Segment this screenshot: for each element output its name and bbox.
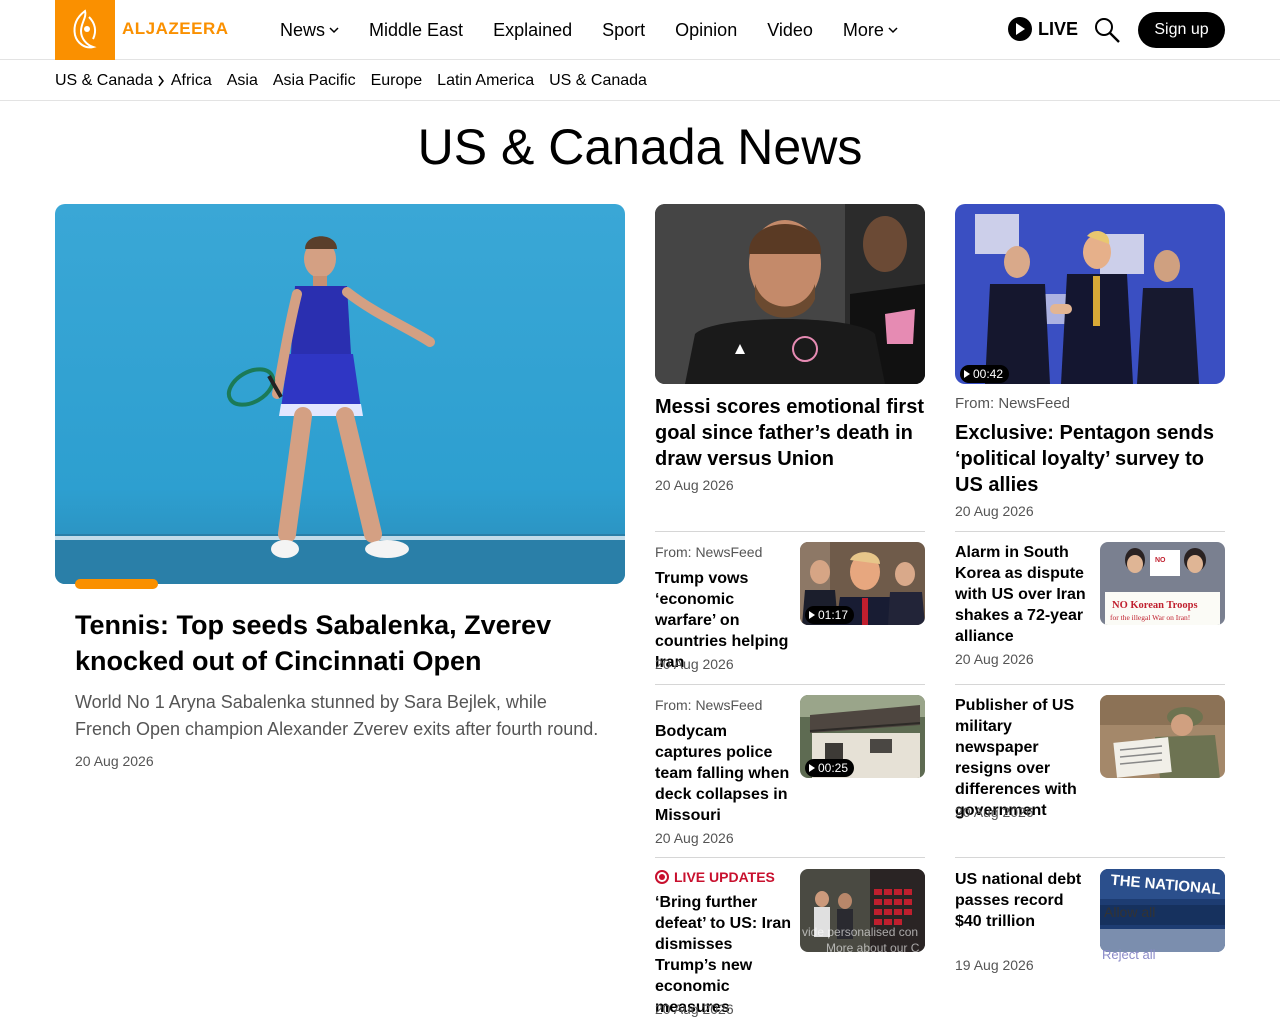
nav-video[interactable]: Video (767, 20, 813, 41)
cookie-ghost-text: vide personalised con (802, 925, 919, 939)
region-subnav: US & Canada Africa Asia Asia Pacific Eur… (0, 61, 1280, 101)
chevron-down-icon (329, 27, 339, 34)
play-icon (964, 370, 970, 378)
subnav-us-canada[interactable]: US & Canada (549, 72, 647, 90)
cookie-allow-all-button[interactable]: Allow all (1104, 904, 1155, 920)
live-label: LIVE (1038, 18, 1079, 39)
live-button[interactable]: LIVE (1008, 17, 1078, 41)
iran-title[interactable]: ‘Bring further defeat’ to US: Iran dismi… (655, 892, 793, 1018)
sign-up-button[interactable]: Sign up (1138, 12, 1225, 48)
featured-image[interactable] (55, 204, 625, 584)
iran-date: 20 Aug 2026 (655, 1001, 734, 1017)
debt-title[interactable]: US national debt passes record $40 trill… (955, 869, 1093, 932)
play-icon (1008, 17, 1032, 41)
video-duration-badge: 01:17 (805, 606, 855, 624)
top-header: ALJAZEERA News Middle East Explained Spo… (0, 0, 1280, 60)
divider (655, 531, 925, 532)
featured-description: World No 1 Aryna Sabalenka stunned by Sa… (75, 692, 599, 739)
messi-title[interactable]: Messi scores emotional first goal since … (655, 394, 925, 472)
logo-text[interactable]: ALJAZEERA (122, 19, 229, 39)
korea-image[interactable]: NO NO Korean Troops for the illegal War … (1100, 542, 1225, 625)
bodycam-source[interactable]: From: NewsFeed (655, 697, 762, 713)
subnav-asia-pacific[interactable]: Asia Pacific (273, 72, 356, 90)
video-duration-badge: 00:25 (805, 759, 855, 777)
messi-date: 20 Aug 2026 (655, 477, 734, 493)
divider (655, 684, 925, 685)
protest-sign-subtext: for the illegal War on Iran! (1110, 613, 1190, 622)
divider (955, 531, 1225, 532)
featured-date: 20 Aug 2026 (75, 753, 154, 769)
page-title: US & Canada News (417, 119, 863, 175)
messi-image[interactable] (655, 204, 925, 384)
svg-text:NO: NO (1155, 557, 1166, 564)
video-duration-badge: 00:42 (960, 365, 1010, 383)
play-icon (809, 611, 815, 619)
pentagon-title[interactable]: Exclusive: Pentagon sends ‘political loy… (955, 420, 1225, 498)
aljazeera-logo-icon[interactable] (55, 0, 115, 60)
chevron-down-icon (888, 27, 898, 34)
bodycam-title[interactable]: Bodycam captures police team falling whe… (655, 721, 793, 826)
pentagon-source[interactable]: From: NewsFeed (955, 395, 1070, 412)
play-icon (809, 764, 815, 772)
cookie-ghost-text-2: More about our C (826, 941, 920, 952)
protest-sign-text: NO Korean Troops (1112, 600, 1198, 611)
nav-sport[interactable]: Sport (602, 20, 645, 41)
search-icon[interactable] (1093, 16, 1121, 44)
divider (655, 857, 925, 858)
live-updates-badge[interactable]: LIVE UPDATES (655, 869, 775, 885)
nav-explained[interactable]: Explained (493, 20, 572, 41)
publisher-title[interactable]: Publisher of US military newspaper resig… (955, 695, 1093, 821)
bodycam-image[interactable]: 00:25 (800, 695, 925, 778)
main-nav: News Middle East Explained Sport Opinion… (280, 0, 928, 60)
trump-image[interactable]: 01:17 (800, 542, 925, 625)
nav-more[interactable]: More (843, 20, 898, 41)
subnav-latin-america[interactable]: Latin America (437, 72, 534, 90)
nav-news[interactable]: News (280, 20, 339, 41)
subnav-asia[interactable]: Asia (227, 72, 258, 90)
bodycam-date: 20 Aug 2026 (655, 830, 734, 846)
featured-accent-bar (75, 579, 158, 589)
live-dot-icon (655, 870, 669, 884)
divider (955, 684, 1225, 685)
subnav-africa[interactable]: Africa (171, 72, 212, 90)
trump-date: 20 Aug 2026 (655, 656, 734, 672)
subnav-europe[interactable]: Europe (371, 72, 423, 90)
nav-middle-east[interactable]: Middle East (369, 20, 463, 41)
featured-title[interactable]: Tennis: Top seeds Sabalenka, Zverev knoc… (75, 607, 595, 679)
korea-date: 20 Aug 2026 (955, 651, 1034, 667)
nav-opinion[interactable]: Opinion (675, 20, 737, 41)
korea-title[interactable]: Alarm in South Korea as dispute with US … (955, 542, 1093, 647)
pentagon-date: 20 Aug 2026 (955, 503, 1034, 519)
publisher-date: 20 Aug 2026 (955, 804, 1034, 820)
cookie-reject-all-button[interactable]: Reject all (1102, 947, 1155, 962)
divider (955, 857, 1225, 858)
pentagon-image[interactable]: 00:42 (955, 204, 1225, 384)
iran-image[interactable]: vide personalised con More about our C (800, 869, 925, 952)
chevron-right-icon (158, 75, 164, 86)
current-region[interactable]: US & Canada (55, 72, 165, 90)
publisher-image[interactable] (1100, 695, 1225, 778)
debt-date: 19 Aug 2026 (955, 957, 1034, 973)
trump-source[interactable]: From: NewsFeed (655, 544, 762, 560)
